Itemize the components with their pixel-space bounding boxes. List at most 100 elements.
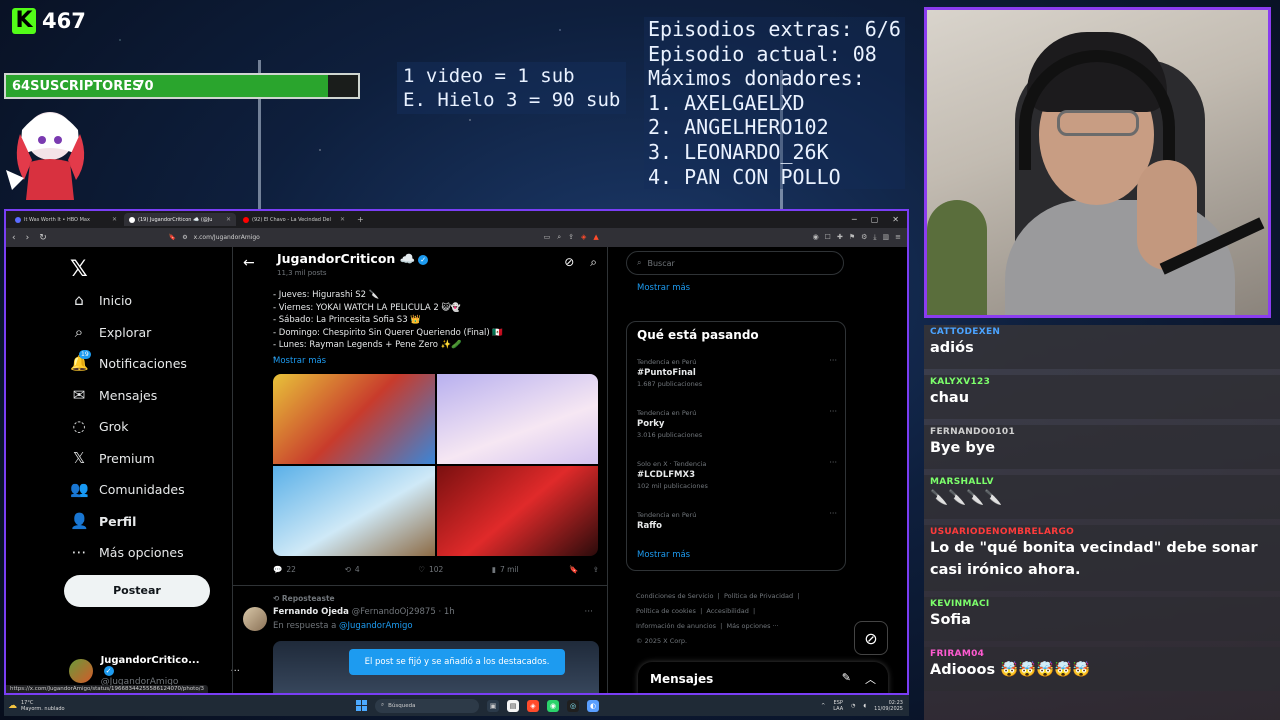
- trend-item[interactable]: Tendencia en Perú Porky 3.016 publicacio…: [637, 407, 837, 439]
- more-icon[interactable]: ···: [584, 607, 593, 617]
- menu-icon[interactable]: ≡: [895, 233, 901, 242]
- extension-icon[interactable]: ✚: [837, 233, 843, 242]
- sidebar-item-explorar[interactable]: ⌕ Explorar: [70, 323, 152, 341]
- sidebar-item-grok[interactable]: ◌ Grok: [70, 417, 128, 435]
- trend-item[interactable]: Tendencia en Perú Raffo ···: [637, 509, 837, 533]
- reload-icon[interactable]: ↻: [39, 233, 47, 243]
- repost-button[interactable]: ⟲ 4: [345, 565, 419, 574]
- file-explorer-icon[interactable]: ▤: [507, 699, 519, 712]
- zoom-icon[interactable]: ⌕: [557, 233, 561, 242]
- sidebar-item-mas-opciones[interactable]: ⋯ Más opciones: [70, 543, 184, 561]
- footer-link[interactable]: Accesibilidad: [706, 607, 748, 615]
- brave-shield-icon[interactable]: ◈: [581, 233, 586, 242]
- media-image-yokai-watch[interactable]: [273, 374, 435, 464]
- header-actions: ⊘ ⌕: [564, 255, 597, 270]
- app-icon[interactable]: ◉: [547, 699, 559, 712]
- share-icon[interactable]: ⇪: [593, 565, 599, 574]
- grok-floating-button[interactable]: ⊘: [854, 621, 888, 655]
- brave-browser-icon[interactable]: ◈: [527, 699, 539, 712]
- youtube-favicon-icon: [243, 216, 249, 223]
- verified-badge-icon: ✓: [418, 254, 429, 265]
- sidebar-item-notificaciones[interactable]: 🔔 19 Notificaciones: [70, 350, 187, 372]
- reply-author[interactable]: Fernando Ojeda @FernandoOj29875 · 1h: [273, 607, 455, 617]
- show-more-link[interactable]: Mostrar más: [273, 356, 326, 366]
- footer-link[interactable]: Más opciones ···: [726, 622, 778, 630]
- back-arrow-icon[interactable]: ←: [243, 255, 255, 271]
- account-switcher[interactable]: JugandorCritico...✓ @JugandorAmigo ···: [69, 655, 240, 687]
- more-icon[interactable]: ···: [829, 356, 837, 365]
- trend-item[interactable]: Solo en X · Tendencia #LCDLFMX3 102 mil …: [637, 458, 837, 490]
- sidebar-item-comunidades[interactable]: 👥 Comunidades: [70, 480, 185, 498]
- views-button[interactable]: ▮ 7 mil: [492, 565, 570, 574]
- app-icon[interactable]: ◎: [567, 699, 579, 712]
- show-more-link[interactable]: Mostrar más: [637, 550, 690, 560]
- chevron-up-icon[interactable]: ^: [821, 703, 825, 709]
- more-icon[interactable]: ···: [829, 509, 837, 518]
- search-icon[interactable]: ⌕: [590, 255, 597, 270]
- grok-analyze-icon[interactable]: ⊘: [564, 255, 574, 270]
- x-logo-icon[interactable]: 𝕏: [70, 257, 88, 282]
- extension-icon[interactable]: ⚑: [849, 233, 855, 242]
- maximize-icon[interactable]: ▢: [871, 215, 879, 224]
- close-icon[interactable]: ✕: [340, 216, 345, 223]
- taskbar-search[interactable]: ⌕ Búsqueda: [375, 698, 479, 713]
- messages-dock[interactable]: Mensajes ✎ ︿: [638, 662, 888, 693]
- sidebar-item-inicio[interactable]: ⌂ Inicio: [70, 291, 132, 309]
- volume-icon[interactable]: ◖: [864, 703, 867, 709]
- tab-title: It Was Worth It • HBO Max: [24, 216, 90, 223]
- reply-to-link[interactable]: @JugandorAmigo: [339, 621, 413, 631]
- wifi-icon[interactable]: ◔: [851, 703, 855, 709]
- screen-share-icon[interactable]: ▭: [544, 233, 551, 242]
- browser-window: It Was Worth It • HBO Max ✕ (19) Jugando…: [4, 209, 909, 695]
- avatar[interactable]: [243, 607, 267, 631]
- new-tab-icon[interactable]: +: [352, 215, 369, 224]
- chevron-up-icon[interactable]: ︿: [865, 671, 876, 687]
- footer-link[interactable]: Política de cookies: [636, 607, 696, 615]
- share-icon[interactable]: ⇪: [568, 233, 574, 242]
- close-icon[interactable]: ✕: [226, 216, 231, 223]
- trend-item[interactable]: Tendencia en Perú #PuntoFinal 1.687 publ…: [637, 356, 837, 388]
- language-indicator[interactable]: ESP LAA: [833, 700, 843, 712]
- footer-link[interactable]: Política de Privacidad: [724, 592, 793, 600]
- media-image-princesita-sofia[interactable]: [436, 374, 598, 464]
- brave-rewards-icon[interactable]: ▲: [593, 233, 598, 242]
- post-button[interactable]: Postear: [64, 575, 210, 607]
- sidebar-item-perfil[interactable]: 👤 Perfil: [70, 512, 136, 530]
- like-button[interactable]: ♡ 102: [418, 565, 492, 574]
- goal-current: 64: [12, 78, 31, 94]
- sidebar-item-mensajes[interactable]: ✉ Mensajes: [70, 386, 158, 404]
- download-icon[interactable]: ⤓: [873, 233, 876, 242]
- more-icon[interactable]: ···: [829, 407, 837, 416]
- extension-icon[interactable]: ⚙: [861, 233, 867, 242]
- back-icon[interactable]: ‹: [12, 233, 16, 243]
- reply-button[interactable]: 💬 22: [273, 565, 345, 574]
- sidebar-item-premium[interactable]: 𝕏 Premium: [70, 449, 155, 467]
- more-icon[interactable]: ···: [829, 458, 837, 467]
- footer-link[interactable]: Condiciones de Servicio: [636, 592, 714, 600]
- tab-x[interactable]: (19) JugandorCriticon ☁️ (@Ju ✕: [124, 213, 236, 226]
- show-more-link[interactable]: Mostrar más: [637, 283, 690, 293]
- close-icon[interactable]: ✕: [112, 216, 117, 223]
- media-image-ice-age[interactable]: [273, 466, 435, 556]
- clock[interactable]: 02:23 11/09/2025: [874, 700, 903, 712]
- tab-youtube[interactable]: (92) El Chavo - La Vecindad Del ✕: [238, 213, 350, 226]
- address-bar[interactable]: 🔖 ⚙ x.com/JugandorAmigo ▭ ⌕ ⇪ ◈ ▲: [169, 231, 599, 244]
- search-input[interactable]: ⌕ Buscar: [626, 251, 844, 275]
- site-info-icon[interactable]: ⚙: [182, 234, 187, 241]
- extension-icon[interactable]: ◉: [813, 233, 819, 242]
- forward-icon[interactable]: ›: [26, 233, 30, 243]
- app-icon[interactable]: ◐: [587, 699, 599, 712]
- footer-link[interactable]: Información de anuncios: [636, 622, 716, 630]
- extension-icon[interactable]: ☐: [825, 233, 831, 242]
- minimize-icon[interactable]: ─: [852, 215, 857, 224]
- weather-widget[interactable]: ☁ 17°C Mayorm. nublado: [8, 700, 65, 712]
- task-view-icon[interactable]: ▣: [487, 699, 499, 712]
- sidebar-icon[interactable]: ▥: [883, 233, 890, 242]
- close-window-icon[interactable]: ✕: [892, 215, 899, 224]
- media-image-miraculous[interactable]: [436, 466, 598, 556]
- tab-hbo[interactable]: It Was Worth It • HBO Max ✕: [10, 213, 122, 226]
- windows-start-icon[interactable]: [356, 700, 367, 711]
- bookmark-icon[interactable]: 🔖: [569, 565, 578, 574]
- bookmark-icon[interactable]: 🔖: [169, 234, 176, 241]
- compose-message-icon[interactable]: ✎: [842, 671, 851, 687]
